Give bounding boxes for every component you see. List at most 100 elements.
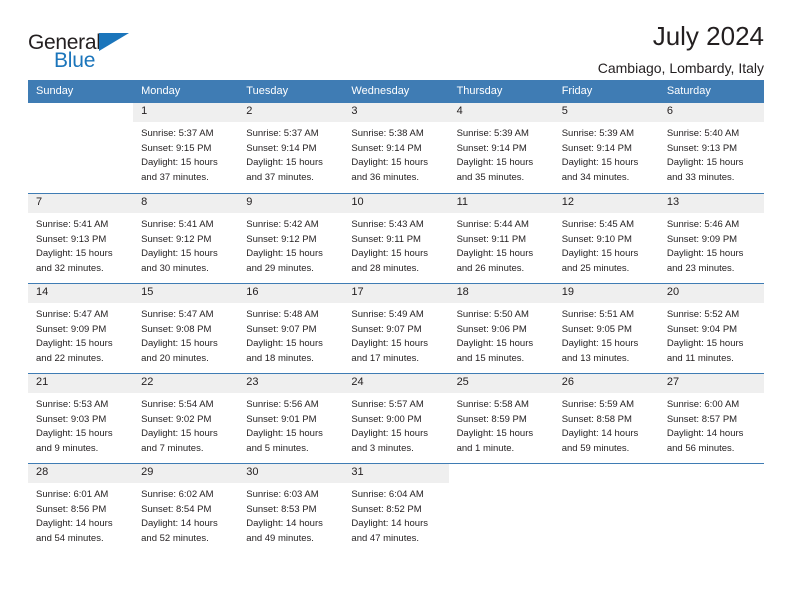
day-details: Sunrise: 5:40 AM Sunset: 9:13 PM Daylight:…: [659, 122, 764, 185]
daylight-text-line1: Daylight: 15 hours: [141, 157, 218, 169]
day-cell-6[interactable]: 6 Sunrise: 5:40 AM Sunset: 9:13 PM Daylight…: [658, 103, 764, 194]
calendar-page: General Blue July 2024 Cambiago, Lombard…: [0, 0, 792, 612]
day-cell-13[interactable]: 13 Sunrise: 5:46 AM Sunset: 9:09 PM Dayligh…: [658, 194, 764, 284]
daylight-text-line1: Daylight: 15 hours: [246, 248, 323, 260]
day-cell-7[interactable]: 7 Sunrise: 5:41 AM Sunset: 9:13 PM Daylight…: [28, 194, 134, 284]
day-cell-30[interactable]: 30 Sunrise: 6:03 AM Sunset: 8:53 PM Dayligh…: [238, 464, 344, 552]
sunset-text: Sunset: 9:15 PM: [141, 142, 212, 154]
week-row: 14 Sunrise: 5:47 AM Sunset: 9:09 PM Dayligh…: [28, 283, 764, 374]
sunrise-text: Sunrise: 5:53 AM: [36, 399, 109, 411]
day-cell-empty: [553, 464, 659, 552]
day-number: 27: [658, 374, 764, 394]
day-cell-14[interactable]: 14 Sunrise: 5:47 AM Sunset: 9:09 PM Dayligh…: [28, 284, 134, 374]
day-cell-18[interactable]: 18 Sunrise: 5:50 AM Sunset: 9:06 PM Dayligh…: [448, 284, 554, 374]
sunset-text: Sunset: 8:53 PM: [246, 503, 317, 515]
sunrise-text: Sunrise: 5:41 AM: [141, 219, 214, 231]
daylight-text-line1: Daylight: 15 hours: [561, 338, 639, 350]
day-cell-4[interactable]: 4 Sunrise: 5:39 AM Sunset: 9:14 PM Daylight…: [448, 103, 554, 194]
day-cell-24[interactable]: 24 Sunrise: 5:57 AM Sunset: 9:00 PM Dayligh…: [343, 374, 449, 464]
sunrise-text: Sunrise: 6:03 AM: [246, 489, 319, 501]
day-cell-29[interactable]: 29 Sunrise: 6:02 AM Sunset: 8:54 PM Dayligh…: [133, 464, 239, 552]
sunset-text: Sunset: 9:13 PM: [36, 233, 107, 245]
day-details: Sunrise: 5:45 AM Sunset: 9:10 PM Daylight:…: [554, 213, 659, 276]
day-details: Sunrise: 5:37 AM Sunset: 9:14 PM Daylight:…: [238, 122, 343, 185]
daylight-text-line1: Daylight: 14 hours: [246, 518, 323, 530]
day-cell-27[interactable]: 27 Sunrise: 6:00 AM Sunset: 8:57 PM Dayligh…: [658, 374, 764, 464]
day-details: Sunrise: 5:59 AM Sunset: 8:58 PM Daylight:…: [554, 393, 659, 456]
sunset-text: Sunset: 9:00 PM: [351, 413, 422, 425]
sunset-text: Sunset: 9:07 PM: [351, 323, 422, 335]
day-cell-10[interactable]: 10 Sunrise: 5:43 AM Sunset: 9:11 PM Dayligh…: [343, 194, 449, 284]
daylight-text-line2: and 33 minutes.: [666, 171, 735, 183]
day-cell-8[interactable]: 8 Sunrise: 5:41 AM Sunset: 9:12 PM Daylight…: [133, 194, 239, 284]
day-cell-1[interactable]: 1 Sunrise: 5:37 AM Sunset: 9:15 PM Daylight…: [133, 103, 239, 194]
daylight-text-line1: Daylight: 15 hours: [456, 428, 534, 440]
sunrise-text: Sunrise: 6:00 AM: [666, 399, 740, 411]
daylight-text-line1: Daylight: 15 hours: [141, 428, 218, 440]
sunrise-text: Sunrise: 5:47 AM: [141, 309, 214, 321]
day-number: 18: [448, 284, 554, 304]
day-cell-12[interactable]: 12 Sunrise: 5:45 AM Sunset: 9:10 PM Dayligh…: [553, 194, 659, 284]
brand-logo[interactable]: General Blue: [28, 16, 148, 71]
daylight-text-line1: Daylight: 15 hours: [666, 157, 744, 169]
day-details: Sunrise: 6:04 AM Sunset: 8:52 PM Daylight:…: [343, 483, 448, 546]
day-cell-2[interactable]: 2 Sunrise: 5:37 AM Sunset: 9:14 PM Daylight…: [238, 103, 344, 194]
daylight-text-line1: Daylight: 15 hours: [36, 428, 113, 440]
daylight-text-line2: and 1 minute.: [456, 442, 515, 454]
day-number: 31: [343, 464, 449, 484]
daylight-text-line2: and 28 minutes.: [351, 262, 420, 274]
day-number: 28: [28, 464, 134, 484]
day-cell-20[interactable]: 20 Sunrise: 5:52 AM Sunset: 9:04 PM Dayligh…: [658, 284, 764, 374]
day-number: 22: [133, 374, 239, 394]
day-cell-19[interactable]: 19 Sunrise: 5:51 AM Sunset: 9:05 PM Dayligh…: [553, 284, 659, 374]
day-details: Sunrise: 6:00 AM Sunset: 8:57 PM Daylight:…: [659, 393, 764, 456]
day-cell-16[interactable]: 16 Sunrise: 5:48 AM Sunset: 9:07 PM Dayligh…: [238, 284, 344, 374]
sunrise-text: Sunrise: 5:54 AM: [141, 399, 214, 411]
sunset-text: Sunset: 9:09 PM: [666, 233, 738, 245]
day-details: Sunrise: 5:39 AM Sunset: 9:14 PM Daylight:…: [449, 122, 554, 185]
day-cell-15[interactable]: 15 Sunrise: 5:47 AM Sunset: 9:08 PM Dayligh…: [133, 284, 239, 374]
daylight-text-line2: and 32 minutes.: [36, 262, 104, 274]
day-details: Sunrise: 5:53 AM Sunset: 9:03 PM Daylight:…: [28, 393, 133, 456]
day-details: Sunrise: 5:58 AM Sunset: 8:59 PM Daylight:…: [449, 393, 554, 456]
day-cell-25[interactable]: 25 Sunrise: 5:58 AM Sunset: 8:59 PM Dayligh…: [448, 374, 554, 464]
daylight-text-line1: Daylight: 15 hours: [351, 157, 428, 169]
sunrise-text: Sunrise: 5:37 AM: [246, 128, 319, 140]
sunrise-text: Sunrise: 5:44 AM: [456, 219, 529, 231]
calendar-grid: Sunday Monday Tuesday Wednesday Thursday Frid…: [28, 80, 764, 552]
sunset-text: Sunset: 8:52 PM: [351, 503, 422, 515]
day-cell-11[interactable]: 11 Sunrise: 5:44 AM Sunset: 9:11 PM Dayligh…: [448, 194, 554, 284]
day-cell-22[interactable]: 22 Sunrise: 5:54 AM Sunset: 9:02 PM Dayligh…: [133, 374, 239, 464]
daylight-text-line1: Daylight: 15 hours: [456, 157, 534, 169]
daylight-text-line2: and 52 minutes.: [141, 532, 209, 544]
day-cell-empty: [28, 103, 134, 194]
day-cell-17[interactable]: 17 Sunrise: 5:49 AM Sunset: 9:07 PM Dayligh…: [343, 284, 449, 374]
sunrise-text: Sunrise: 5:58 AM: [456, 399, 529, 411]
sunrise-text: Sunrise: 5:45 AM: [561, 219, 635, 231]
sunrise-text: Sunrise: 5:43 AM: [351, 219, 424, 231]
daylight-text-line2: and 54 minutes.: [36, 532, 104, 544]
sunset-text: Sunset: 9:12 PM: [141, 233, 212, 245]
day-cell-26[interactable]: 26 Sunrise: 5:59 AM Sunset: 8:58 PM Dayligh…: [553, 374, 659, 464]
day-cell-31[interactable]: 31 Sunrise: 6:04 AM Sunset: 8:52 PM Dayligh…: [343, 464, 449, 552]
sunset-text: Sunset: 9:04 PM: [666, 323, 738, 335]
day-number: 15: [133, 284, 239, 304]
daylight-text-line2: and 13 minutes.: [561, 352, 630, 364]
day-cell-28[interactable]: 28 Sunrise: 6:01 AM Sunset: 8:56 PM Dayligh…: [28, 464, 134, 552]
day-cell-21[interactable]: 21 Sunrise: 5:53 AM Sunset: 9:03 PM Dayligh…: [28, 374, 134, 464]
daylight-text-line1: Daylight: 15 hours: [351, 248, 428, 260]
daylight-text-line2: and 25 minutes.: [561, 262, 630, 274]
day-number: 10: [343, 194, 449, 214]
day-cell-9[interactable]: 9 Sunrise: 5:42 AM Sunset: 9:12 PM Daylight…: [238, 194, 344, 284]
day-cell-23[interactable]: 23 Sunrise: 5:56 AM Sunset: 9:01 PM Dayligh…: [238, 374, 344, 464]
sunset-text: Sunset: 9:02 PM: [141, 413, 212, 425]
daylight-text-line1: Daylight: 15 hours: [561, 157, 639, 169]
weekday-header-row: Sunday Monday Tuesday Wednesday Thursday Frid…: [28, 80, 764, 104]
sunset-text: Sunset: 9:06 PM: [456, 323, 527, 335]
day-cell-5[interactable]: 5 Sunrise: 5:39 AM Sunset: 9:14 PM Daylight…: [553, 103, 659, 194]
day-cell-3[interactable]: 3 Sunrise: 5:38 AM Sunset: 9:14 PM Daylight…: [343, 103, 449, 194]
daylight-text-line1: Daylight: 14 hours: [36, 518, 113, 530]
sunset-text: Sunset: 9:10 PM: [561, 233, 632, 245]
day-details: Sunrise: 5:47 AM Sunset: 9:08 PM Daylight:…: [133, 303, 238, 366]
weekday-header-wednesday: Wednesday: [351, 85, 410, 97]
